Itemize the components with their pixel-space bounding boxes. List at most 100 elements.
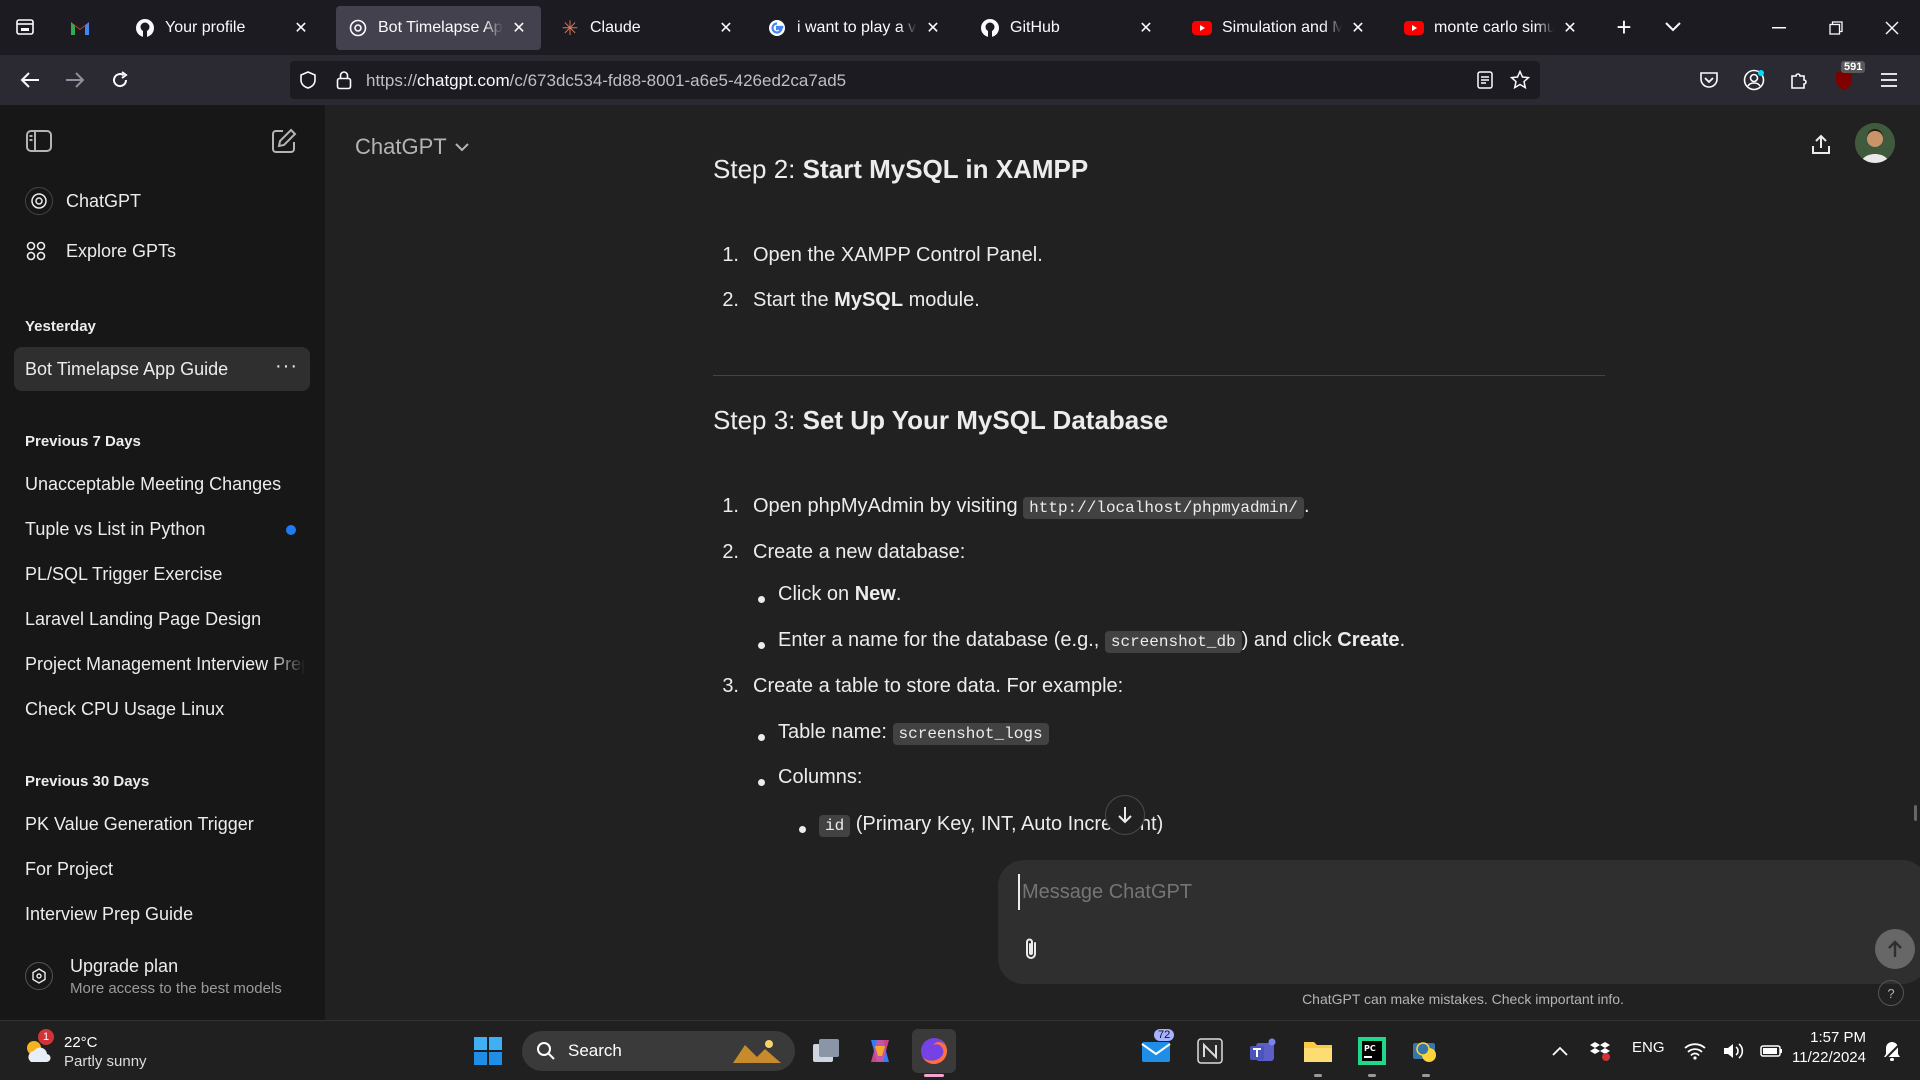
- show-hidden-icons-button[interactable]: [1540, 1029, 1580, 1073]
- reload-icon: [113, 71, 128, 88]
- url-bar[interactable]: https://chatgpt.com/c/673dc534-fd88-8001…: [290, 61, 1540, 99]
- tab-close-icon[interactable]: ✕: [1560, 18, 1580, 38]
- toggle-sidebar-button[interactable]: [25, 129, 55, 159]
- tab-bot-timelapse[interactable]: Bot Timelapse App Guide ✕: [336, 6, 541, 50]
- new-chat-button[interactable]: [270, 127, 300, 157]
- restore-button[interactable]: [1808, 0, 1864, 55]
- tab-close-icon[interactable]: ✕: [1136, 18, 1156, 38]
- chat-item[interactable]: Check CPU Usage Linux: [14, 687, 310, 731]
- arrow-up-icon: [1888, 940, 1902, 957]
- dropbox-tray-icon[interactable]: [1580, 1029, 1620, 1073]
- edit-icon: [272, 128, 297, 153]
- svg-text:PC: PC: [1364, 1044, 1376, 1053]
- hamburger-menu-icon: [1881, 73, 1897, 87]
- taskbar-teams[interactable]: [1242, 1029, 1286, 1073]
- search-icon: [537, 1042, 555, 1060]
- bookmark-star-icon[interactable]: [1510, 70, 1530, 90]
- chat-item[interactable]: Interview Prep Guide: [14, 892, 310, 936]
- attach-button[interactable]: [1016, 934, 1046, 964]
- list-number: 3.: [722, 675, 739, 697]
- taskbar-file-explorer[interactable]: [1296, 1029, 1340, 1077]
- list-all-tabs-button[interactable]: [1656, 8, 1690, 46]
- lock-icon[interactable]: [336, 70, 352, 90]
- weather-widget[interactable]: 1 22°C Partly sunny: [20, 1029, 170, 1073]
- puzzle-icon: [1791, 73, 1807, 89]
- chat-item[interactable]: Project Management Interview Prep: [14, 642, 310, 686]
- task-view-button[interactable]: [804, 1029, 848, 1073]
- tab-your-profile[interactable]: Your profile ✕: [123, 6, 323, 50]
- disclaimer-text: ChatGPT can make mistakes. Check importa…: [1302, 991, 1624, 1007]
- notifications-button[interactable]: [1872, 1029, 1912, 1073]
- tab-close-icon[interactable]: ✕: [509, 18, 529, 38]
- language-indicator[interactable]: ENG: [1632, 1039, 1665, 1056]
- pocket-button[interactable]: [1692, 63, 1726, 97]
- clock[interactable]: 1:57 PM 11/22/2024: [1786, 1029, 1866, 1066]
- sidebar-item-chatgpt[interactable]: ChatGPT: [14, 179, 310, 223]
- shield-icon[interactable]: [298, 70, 318, 90]
- app-menu-button[interactable]: [1872, 63, 1906, 97]
- reload-button[interactable]: [103, 63, 137, 97]
- scrollbar-thumb[interactable]: [1914, 805, 1917, 821]
- teams-icon: [1250, 1038, 1276, 1061]
- taskbar-notion[interactable]: [1188, 1029, 1232, 1073]
- back-button[interactable]: [13, 63, 47, 97]
- system-tray-status[interactable]: [1684, 1035, 1784, 1067]
- taskbar-pycharm[interactable]: PC: [1350, 1029, 1394, 1077]
- list-item: Create a new database:: [753, 541, 966, 563]
- tab-claude[interactable]: ✳ Claude ✕: [548, 6, 748, 50]
- text: Click on: [778, 583, 855, 605]
- tab-github[interactable]: GitHub ✕: [968, 6, 1168, 50]
- new-tab-button[interactable]: +: [1607, 8, 1641, 46]
- taskbar-search[interactable]: Search: [522, 1031, 795, 1071]
- model-selector[interactable]: ChatGPT: [355, 129, 469, 165]
- tab-close-icon[interactable]: ✕: [716, 18, 736, 38]
- list-number: 1.: [722, 495, 739, 517]
- help-button[interactable]: ?: [1878, 980, 1904, 1006]
- tab-close-icon[interactable]: ✕: [291, 18, 311, 38]
- forward-button[interactable]: [58, 63, 92, 97]
- chat-item-bot-timelapse[interactable]: Bot Timelapse App Guide ···: [14, 347, 310, 391]
- restore-icon: [1829, 20, 1843, 35]
- reader-view-icon[interactable]: [1477, 71, 1493, 89]
- tab-title: Bot Timelapse App Guide: [378, 19, 503, 36]
- send-button[interactable]: [1875, 929, 1915, 969]
- scroll-to-bottom-button[interactable]: [1105, 795, 1145, 835]
- tab-google-search[interactable]: i want to play a video ✕: [755, 6, 955, 50]
- taskbar-mail[interactable]: 72: [1134, 1029, 1178, 1073]
- arrow-right-icon: [66, 72, 85, 88]
- share-button[interactable]: [1803, 127, 1839, 163]
- tab-youtube-monte-carlo[interactable]: monte carlo simulation ✕: [1392, 6, 1592, 50]
- chat-item[interactable]: PK Value Generation Trigger: [14, 802, 310, 846]
- tab-gmail[interactable]: [60, 6, 100, 50]
- firefox-view-button[interactable]: [8, 8, 42, 46]
- chat-item[interactable]: For Project: [14, 847, 310, 891]
- message-input[interactable]: [1018, 874, 1898, 910]
- close-window-button[interactable]: [1864, 0, 1920, 55]
- copilot-button[interactable]: [858, 1029, 902, 1073]
- taskbar-python[interactable]: [1404, 1029, 1448, 1077]
- wifi-icon: [1684, 1043, 1706, 1060]
- tab-close-icon[interactable]: ✕: [1348, 18, 1368, 38]
- extensions-button[interactable]: [1782, 63, 1816, 97]
- chat-item-label: PL/SQL Trigger Exercise: [25, 563, 223, 584]
- sidebar-item-explore-gpts[interactable]: Explore GPTs: [14, 229, 310, 273]
- avatar-image: [1855, 123, 1895, 163]
- account-button[interactable]: [1737, 63, 1771, 97]
- chatgpt-icon: [25, 187, 53, 215]
- chat-item[interactable]: Tuple vs List in Python: [14, 507, 310, 551]
- upgrade-plan-button[interactable]: Upgrade plan More access to the best mod…: [14, 948, 310, 1008]
- taskbar-firefox[interactable]: [912, 1029, 956, 1077]
- avatar[interactable]: [1855, 123, 1895, 163]
- url-text[interactable]: https://chatgpt.com/c/673dc534-fd88-8001…: [366, 71, 846, 91]
- tab-youtube-simulation[interactable]: Simulation and Modeling ✕: [1180, 6, 1380, 50]
- start-button[interactable]: [466, 1029, 510, 1073]
- chat-item[interactable]: Laravel Landing Page Design: [14, 597, 310, 641]
- more-options-icon[interactable]: ···: [275, 355, 298, 378]
- ublock-extension-button[interactable]: 591: [1827, 61, 1866, 97]
- chevron-up-icon: [1552, 1046, 1568, 1056]
- tab-close-icon[interactable]: ✕: [923, 18, 943, 38]
- chat-item[interactable]: Unacceptable Meeting Changes: [14, 462, 310, 506]
- chat-item[interactable]: PL/SQL Trigger Exercise: [14, 552, 310, 596]
- minimize-button[interactable]: [1751, 0, 1807, 55]
- chatgpt-icon: [348, 18, 368, 38]
